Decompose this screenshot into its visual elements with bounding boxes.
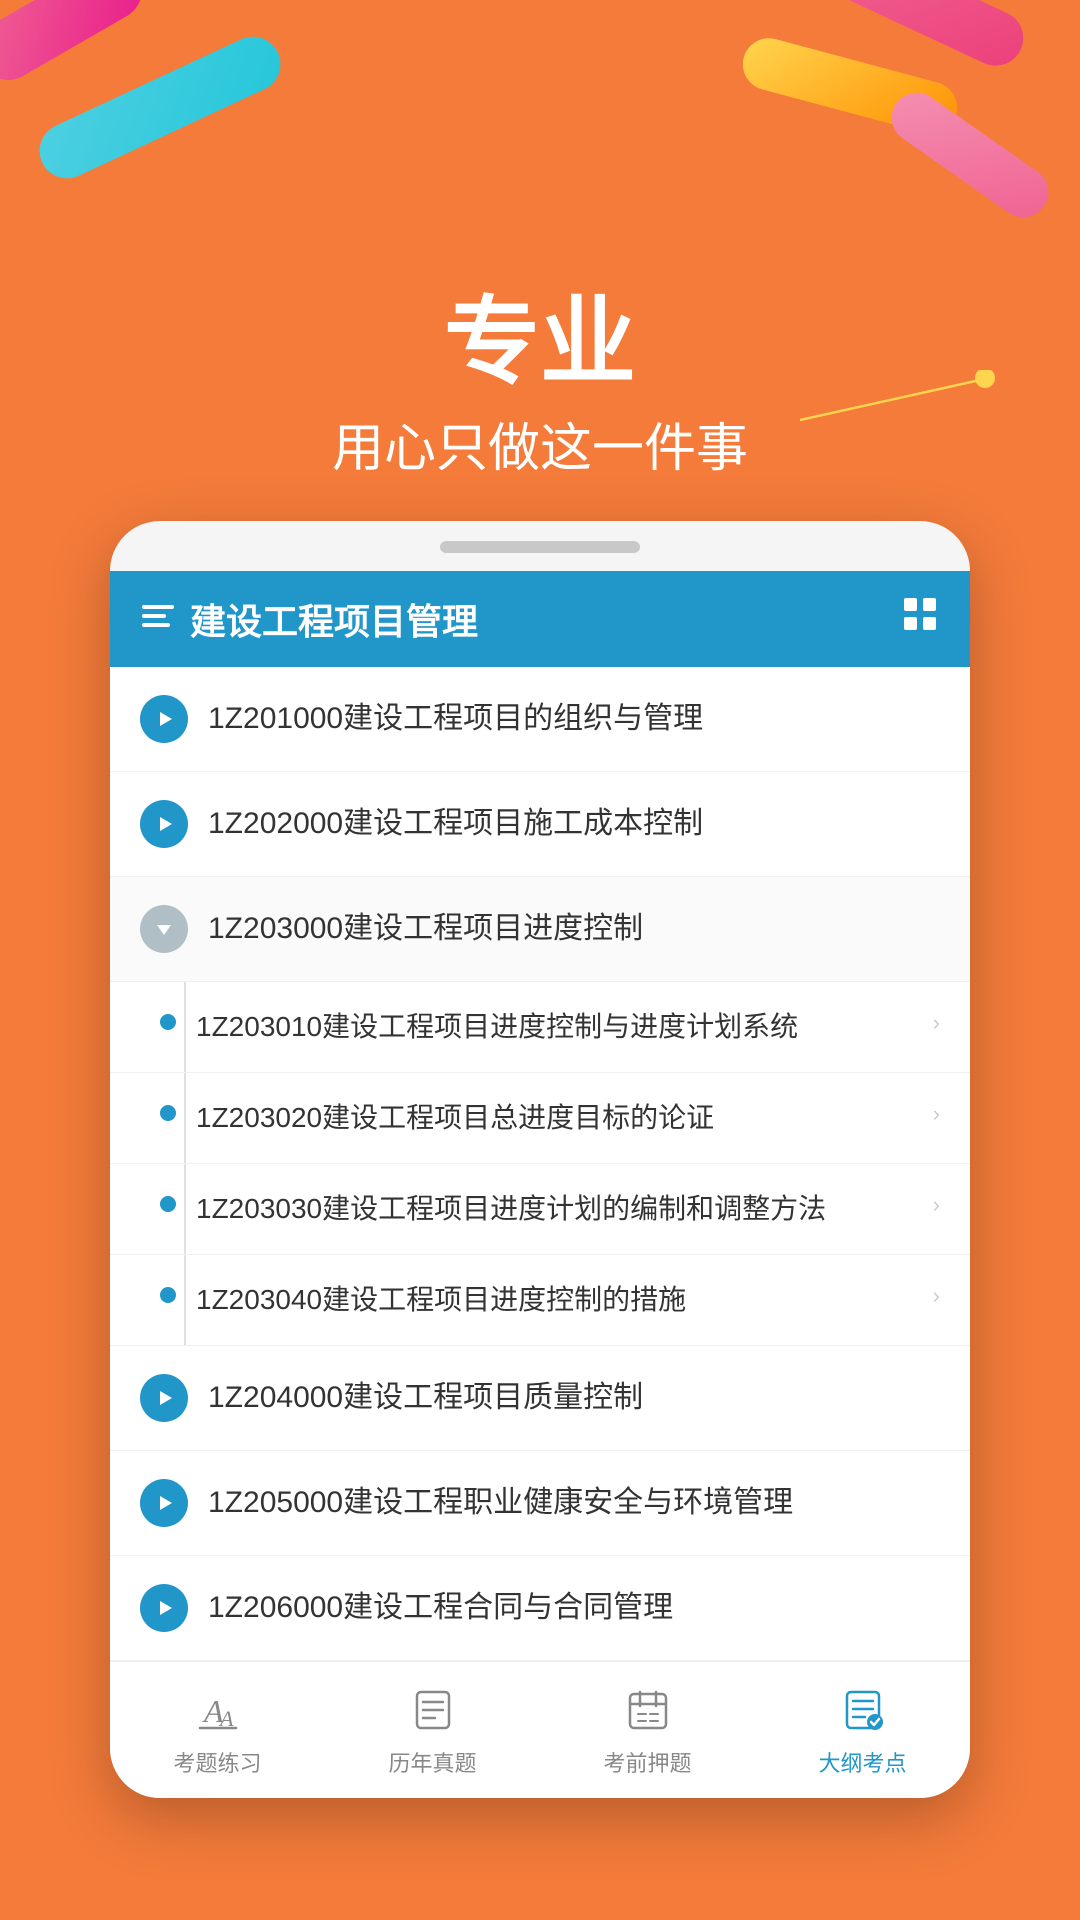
nav-item-syllabus[interactable]: 大纲考点 [755,1680,970,1778]
sub-text-1: 1Z203010建设工程项目进度控制与进度计划系统 [196,1006,933,1048]
practice-icon: A A [188,1680,248,1740]
sub-items-wrapper: 1Z203010建设工程项目进度控制与进度计划系统 › 1Z203020建设工程… [110,982,970,1346]
bottom-navigation: A A 考题练习 历年真题 [110,1661,970,1798]
menu-item-1z205000[interactable]: 1Z205000建设工程职业健康安全与环境管理 [110,1451,970,1556]
nav-label-past-exams: 历年真题 [388,1746,476,1778]
menu-text-1: 1Z201000建设工程项目的组织与管理 [208,698,940,740]
app-header: 建设工程项目管理 [110,571,970,667]
menu-text-6: 1Z206000建设工程合同与合同管理 [208,1587,940,1629]
sub-item-1z203020[interactable]: 1Z203020建设工程项目总进度目标的论证 › [110,1073,970,1164]
menu-item-1z206000[interactable]: 1Z206000建设工程合同与合同管理 [110,1556,970,1661]
prediction-icon [618,1680,678,1740]
list-menu-icon [140,598,176,639]
nav-label-prediction: 考前押题 [603,1746,691,1778]
menu-icon-5 [140,1479,188,1527]
menu-item-1z203000[interactable]: 1Z203000建设工程项目进度控制 [110,877,970,982]
menu-text-4: 1Z204000建设工程项目质量控制 [208,1377,940,1419]
nav-item-prediction[interactable]: 考前押题 [540,1680,755,1778]
sub-item-1z203040[interactable]: 1Z203040建设工程项目进度控制的措施 › [110,1255,970,1346]
sub-dot-3 [160,1196,176,1212]
menu-icon-1 [140,695,188,743]
menu-text-2: 1Z202000建设工程项目施工成本控制 [208,803,940,845]
menu-icon-3 [140,905,188,953]
grid-icon[interactable] [900,594,940,643]
hero-title: 专业 [0,290,1080,396]
menu-item-1z204000[interactable]: 1Z204000建设工程项目质量控制 [110,1346,970,1451]
nav-label-practice: 考题练习 [173,1746,261,1778]
menu-icon-4 [140,1374,188,1422]
hero-subtitle: 用心只做这一件事 [0,406,1080,481]
menu-item-1z202000[interactable]: 1Z202000建设工程项目施工成本控制 [110,772,970,877]
header-title: 建设工程项目管理 [190,593,478,645]
sub-chevron-4: › [933,1283,940,1309]
menu-text-5: 1Z205000建设工程职业健康安全与环境管理 [208,1482,940,1524]
header-left: 建设工程项目管理 [140,593,478,645]
nav-item-practice[interactable]: A A 考题练习 [110,1680,325,1778]
nav-label-syllabus: 大纲考点 [818,1746,906,1778]
phone-notch [440,541,640,553]
sub-chevron-2: › [933,1101,940,1127]
sub-text-3: 1Z203030建设工程项目进度计划的编制和调整方法 [196,1188,933,1230]
sub-item-1z203030[interactable]: 1Z203030建设工程项目进度计划的编制和调整方法 › [110,1164,970,1255]
menu-icon-2 [140,800,188,848]
menu-item-1z201000[interactable]: 1Z201000建设工程项目的组织与管理 [110,667,970,772]
sub-dot-2 [160,1105,176,1121]
hero-section: 专业 用心只做这一件事 [0,0,1080,521]
sub-text-4: 1Z203040建设工程项目进度控制的措施 [196,1279,933,1321]
sub-chevron-3: › [933,1192,940,1218]
sub-dot-1 [160,1014,176,1030]
menu-icon-6 [140,1584,188,1632]
sub-chevron-1: › [933,1010,940,1036]
nav-item-past-exams[interactable]: 历年真题 [325,1680,540,1778]
past-exams-icon [403,1680,463,1740]
sub-item-1z203010[interactable]: 1Z203010建设工程项目进度控制与进度计划系统 › [110,982,970,1073]
sub-text-2: 1Z203020建设工程项目总进度目标的论证 [196,1097,933,1139]
menu-text-3: 1Z203000建设工程项目进度控制 [208,908,940,950]
syllabus-icon [833,1680,893,1740]
menu-list: 1Z201000建设工程项目的组织与管理 1Z202000建设工程项目施工成本控… [110,667,970,1661]
sub-dot-4 [160,1287,176,1303]
phone-mockup: 建设工程项目管理 1Z201000建设工程项目的组织与管理 [110,521,970,1798]
